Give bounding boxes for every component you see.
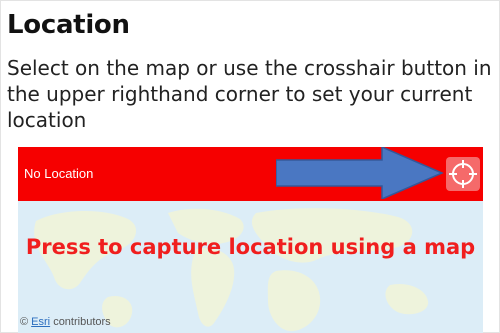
location-status-text: No Location <box>24 166 94 181</box>
copyright-symbol: © <box>20 316 29 328</box>
crosshair-icon <box>449 160 477 188</box>
section-title: Location <box>7 10 130 40</box>
capture-location-prompt[interactable]: Press to capture location using a map <box>18 232 483 263</box>
world-map[interactable] <box>18 201 483 333</box>
location-map-card[interactable]: No Location Press to capture location us… <box>18 147 483 333</box>
crosshair-button[interactable] <box>446 157 480 191</box>
arrow-right-icon <box>276 147 444 199</box>
attribution-suffix: contributors <box>53 316 111 328</box>
esri-link[interactable]: Esri <box>31 316 50 328</box>
map-attribution: © Esri contributors <box>20 316 111 328</box>
section-description: Select on the map or use the crosshair b… <box>7 56 492 132</box>
